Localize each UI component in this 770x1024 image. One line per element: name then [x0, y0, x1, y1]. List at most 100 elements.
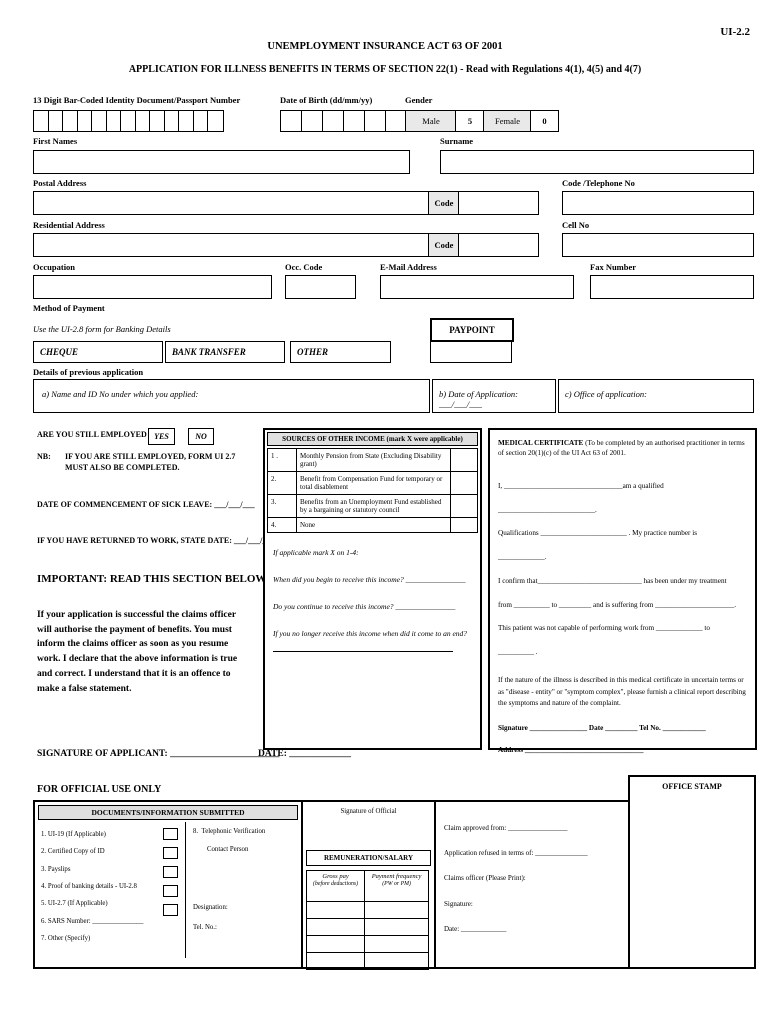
income-row-2-text: Benefit from Compensation Fund for tempo… — [296, 471, 451, 495]
surname-input[interactable] — [440, 150, 754, 174]
claim-approved-line[interactable]: Claim approved from: _________________ — [444, 816, 620, 841]
previous-application-heading: Details of previous application — [33, 367, 144, 377]
sick-leave-date-label: DATE OF COMMENCEMENT OF SICK LEAVE: ___/… — [37, 500, 255, 509]
medical-line-3[interactable]: I confirm that__________________________… — [498, 570, 747, 594]
table-row[interactable]: 2. Benefit from Compensation Fund for te… — [267, 471, 478, 495]
table-row[interactable] — [305, 935, 429, 953]
signature-of-official-label: Signature of Official — [340, 808, 397, 815]
previous-date-field[interactable]: b) Date of Application: ___/___/___ — [432, 379, 556, 413]
medical-line-5[interactable]: This patient was not capable of performi… — [498, 617, 747, 665]
paypoint-input[interactable] — [430, 341, 512, 363]
bank-transfer-option[interactable]: BANK TRANSFER — [165, 341, 285, 363]
doc-checkbox-2[interactable] — [163, 847, 178, 859]
other-payment-option[interactable]: OTHER — [290, 341, 391, 363]
table-row[interactable]: 4. None — [267, 517, 478, 533]
surname-label: Surname — [440, 136, 474, 146]
gender-female-label: Female — [483, 110, 532, 132]
rem-col1-header: Gross pay (before deductions) — [305, 870, 366, 902]
table-row[interactable] — [305, 952, 429, 970]
previous-b-label: b) Date of Application: ___/___/___ — [439, 389, 518, 409]
occ-code-input[interactable] — [285, 275, 356, 299]
residential-code-input[interactable] — [458, 233, 539, 257]
table-row[interactable] — [305, 901, 429, 919]
table-row[interactable]: 3. Benefits from an Unemployment Fund es… — [267, 494, 478, 518]
claims-officer-box: Claim approved from: _________________ A… — [434, 800, 630, 969]
table-row[interactable]: 1 . Monthly Pension from State (Excludin… — [267, 448, 478, 472]
rem-r1c2[interactable] — [364, 901, 429, 919]
designation-label[interactable]: Designation: — [193, 904, 228, 911]
first-names-label: First Names — [33, 136, 78, 146]
gender-male-label: Male — [405, 110, 457, 132]
previous-name-id-field[interactable]: a) Name and ID No under which you applie… — [33, 379, 430, 413]
income-row-3-mark[interactable] — [450, 494, 478, 518]
code-tel-input[interactable] — [562, 191, 754, 215]
applicant-date-label[interactable]: DATE: _____________ — [258, 749, 351, 759]
fax-input[interactable] — [590, 275, 754, 299]
method-of-payment-label: Method of Payment — [33, 303, 105, 313]
rem-r4c2[interactable] — [364, 952, 429, 970]
rem-r2c2[interactable] — [364, 918, 429, 936]
still-employed-no[interactable]: NO — [188, 428, 214, 445]
medical-heading: MEDICAL CERTIFICATE — [498, 439, 584, 447]
first-names-input[interactable] — [33, 150, 410, 174]
doc-item-7[interactable]: 7. Other (Specify) — [41, 930, 191, 947]
medical-line-1[interactable]: I, _________________________________am a… — [498, 475, 747, 523]
doc-item-8[interactable]: 8. Telephonic Verification — [193, 828, 265, 835]
gender-male-code[interactable]: 5 — [455, 110, 485, 132]
dob-label: Date of Birth (dd/mm/yy) — [280, 95, 373, 105]
income-row-4-mark[interactable] — [450, 517, 478, 533]
income-q1[interactable]: When did you begin to receive this incom… — [273, 572, 472, 587]
office-stamp-box: OFFICE STAMP — [628, 775, 756, 969]
rem-r2c1[interactable] — [305, 918, 366, 936]
doc-checkbox-1[interactable] — [163, 828, 178, 840]
residential-address-input[interactable] — [33, 233, 430, 257]
official-date-line[interactable]: Date: _____________ — [444, 917, 620, 942]
code-tel-label: Code /Telephone No — [562, 178, 635, 188]
form-code: UI-2.2 — [720, 26, 750, 38]
occ-code-label: Occ. Code — [285, 262, 323, 272]
official-signature-box: Signature of Official REMUNERATION/SALAR… — [301, 800, 436, 970]
doc-checkbox-3[interactable] — [163, 866, 178, 878]
cheque-option[interactable]: CHEQUE — [33, 341, 163, 363]
residential-address-label: Residential Address — [33, 220, 105, 230]
application-refused-line[interactable]: Application refused in terms of: _______… — [444, 841, 620, 866]
still-employed-yes[interactable]: YES — [148, 428, 175, 445]
applicant-signature-label[interactable]: SIGNATURE OF APPLICANT: ________________… — [37, 749, 279, 759]
doc-checkbox-5[interactable] — [163, 904, 178, 916]
medical-line-4[interactable]: from __________ to _________ and is suff… — [498, 594, 747, 618]
rem-r3c2[interactable] — [364, 935, 429, 953]
email-input[interactable] — [380, 275, 574, 299]
postal-code-input[interactable] — [458, 191, 539, 215]
occupation-input[interactable] — [33, 275, 272, 299]
postal-address-input[interactable] — [33, 191, 430, 215]
rem-r3c1[interactable] — [305, 935, 366, 953]
income-row-4-number: 4. — [267, 517, 297, 533]
rem-r4c1[interactable] — [305, 952, 366, 970]
other-income-section: SOURCES OF OTHER INCOME (mark X were app… — [263, 428, 482, 750]
official-signature-line[interactable]: Signature: — [444, 892, 620, 917]
doc-checkbox-4[interactable] — [163, 885, 178, 897]
income-q2[interactable]: Do you continue to receive this income? … — [273, 599, 472, 614]
claims-officer-line[interactable]: Claims officer (Please Print): — [444, 866, 620, 891]
rem-r1c1[interactable] — [305, 901, 366, 919]
table-row: Gross pay (before deductions) Payment fr… — [305, 870, 429, 902]
gender-female-code[interactable]: 0 — [530, 110, 559, 132]
dob-input[interactable] — [280, 110, 408, 132]
previous-office-field[interactable]: c) Office of application: — [558, 379, 754, 413]
id-number-label: 13 Digit Bar-Coded Identity Document/Pas… — [33, 95, 241, 105]
form-page: UI-2.2 UNEMPLOYMENT INSURANCE ACT 63 OF … — [0, 0, 770, 1024]
official-use-heading: FOR OFFICIAL USE ONLY — [37, 784, 162, 795]
tel-no-label[interactable]: Tel. No.: — [193, 924, 217, 931]
medical-address-line[interactable]: Address ________________________________… — [490, 732, 755, 754]
medical-line-2[interactable]: Qualifications ________________________ … — [498, 522, 747, 570]
income-row-1-mark[interactable] — [450, 448, 478, 472]
office-stamp-label: OFFICE STAMP — [662, 782, 722, 791]
cell-no-input[interactable] — [562, 233, 754, 257]
medical-signature-line[interactable]: Signature ________________ Date ________… — [490, 710, 755, 732]
paypoint-option[interactable]: PAYPOINT — [430, 318, 514, 342]
table-row[interactable] — [305, 918, 429, 936]
income-row-2-mark[interactable] — [450, 471, 478, 495]
still-employed-label: ARE YOU STILL EMPLOYED — [37, 430, 147, 439]
id-number-input[interactable] — [33, 110, 224, 132]
income-q3-answer-line[interactable] — [273, 651, 453, 652]
